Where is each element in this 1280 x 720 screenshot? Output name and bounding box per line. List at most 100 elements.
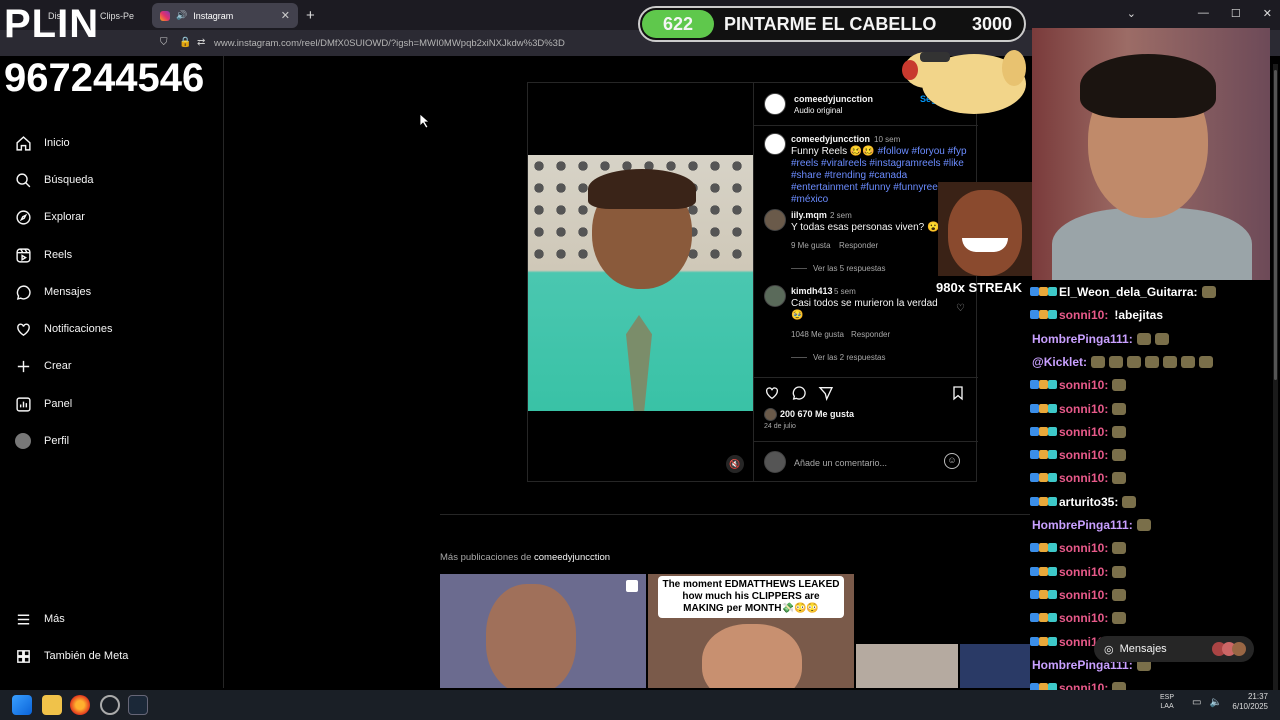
volume-icon[interactable]: 🔈 xyxy=(1209,697,1221,708)
mouse-cursor-icon xyxy=(420,114,430,128)
caption-avatar[interactable] xyxy=(764,133,786,155)
network-icon[interactable]: ▭ xyxy=(1192,697,1201,708)
post-thumbnail[interactable] xyxy=(856,644,958,688)
sidebar-item-mensajes[interactable]: Mensajes xyxy=(14,283,91,301)
dog-sticker-icon xyxy=(902,50,1026,114)
reply-button[interactable]: Responder xyxy=(851,330,890,339)
emoji-icon[interactable]: ☺ xyxy=(944,453,960,469)
comment-text: Casi todos se murieron la verdad 🥹 xyxy=(791,298,938,321)
like-comment-icon[interactable]: ♡ xyxy=(956,303,965,314)
divider xyxy=(754,441,978,442)
chat-username[interactable]: sonni10: xyxy=(1059,611,1108,625)
sidebar-item-busqueda[interactable]: Búsqueda xyxy=(14,171,94,189)
firefox-icon[interactable] xyxy=(70,695,90,715)
chat-username[interactable]: sonni10: xyxy=(1059,541,1108,555)
lang-layout: LAA xyxy=(1160,703,1174,710)
clock-date: 6/10/2025 xyxy=(1232,702,1268,711)
post-thumbnail[interactable] xyxy=(960,644,1030,688)
clock-time: 21:37 xyxy=(1247,692,1268,701)
file-explorer-icon[interactable] xyxy=(42,695,62,715)
chat-username[interactable]: sonni10: xyxy=(1059,565,1108,579)
sidebar-item-notificaciones[interactable]: Notificaciones xyxy=(14,320,112,338)
chat-username[interactable]: @Kicklet: xyxy=(1032,355,1087,369)
shield-icon[interactable]: ⛉ xyxy=(160,37,168,48)
comment-input[interactable]: Añade un comentario... xyxy=(794,458,887,468)
obs-icon[interactable] xyxy=(100,695,120,715)
tab-instagram[interactable]: 🔊 Instagram ✕ xyxy=(152,3,298,28)
chat-username[interactable]: El_Weon_dela_Guitarra: xyxy=(1059,285,1198,299)
like-icon[interactable] xyxy=(764,385,780,401)
sidebar-item-label: Perfil xyxy=(44,435,70,447)
chat-message: HombrePinga111: xyxy=(1030,332,1169,346)
audio-label[interactable]: Audio original xyxy=(794,106,842,115)
heart-icon xyxy=(14,320,32,338)
chat-username[interactable]: sonni10: xyxy=(1059,471,1108,485)
chat-username[interactable]: sonni10: xyxy=(1059,308,1108,322)
chat-username[interactable]: sonni10: xyxy=(1059,588,1108,602)
sidebar-item-label: Panel xyxy=(44,398,73,410)
url-field[interactable]: www.instagram.com/reel/DMfX0SUIOWD/?igsh… xyxy=(214,38,565,49)
chat-username[interactable]: HombrePinga111: xyxy=(1032,332,1133,346)
new-tab-button[interactable]: + xyxy=(306,7,315,24)
home-icon xyxy=(14,134,32,152)
bookmark-icon[interactable] xyxy=(950,385,966,401)
comment-user[interactable]: kimdh413 xyxy=(791,286,833,296)
maximize-button[interactable]: ☐ xyxy=(1231,7,1241,20)
chat-username[interactable]: sonni10: xyxy=(1059,448,1108,462)
steam-icon[interactable] xyxy=(128,695,148,715)
post-thumbnail[interactable] xyxy=(440,574,646,688)
sidebar-item-meta[interactable]: También de Meta xyxy=(14,647,128,665)
clock[interactable]: 21:37 6/10/2025 xyxy=(1232,692,1268,712)
author-avatar[interactable] xyxy=(764,93,786,115)
chat-username[interactable]: sonni10: xyxy=(1059,402,1108,416)
chat-emote xyxy=(1122,495,1137,508)
sidebar-item-panel[interactable]: Panel xyxy=(14,395,72,413)
comment-likes[interactable]: 9 Me gusta xyxy=(791,241,831,250)
sidebar-item-perfil[interactable]: Perfil xyxy=(14,432,69,450)
comment-avatar[interactable] xyxy=(764,285,786,307)
lock-icon[interactable]: 🔒 xyxy=(179,37,191,48)
chat-username[interactable]: sonni10: xyxy=(1059,378,1108,392)
mute-icon[interactable]: 🔇 xyxy=(726,455,744,473)
close-window-button[interactable]: ✕ xyxy=(1263,7,1272,20)
reply-button[interactable]: Responder xyxy=(839,241,878,250)
chat-message: HombrePinga111: xyxy=(1030,518,1151,532)
comment-avatar[interactable] xyxy=(764,209,786,231)
chat-username[interactable]: arturito35: xyxy=(1059,495,1118,509)
sidebar-item-label: Explorar xyxy=(44,211,85,223)
scrollbar-thumb[interactable] xyxy=(1274,70,1277,380)
minimize-button[interactable]: — xyxy=(1198,7,1209,20)
sidebar-item-reels[interactable]: Reels xyxy=(14,246,72,264)
sidebar-item-explorar[interactable]: Explorar xyxy=(14,208,85,226)
sidebar-item-label: Búsqueda xyxy=(44,174,94,186)
share-icon[interactable] xyxy=(818,385,834,401)
messages-pill[interactable]: ◎ Mensajes xyxy=(1094,636,1254,662)
tab-clips[interactable]: Clips-Pe xyxy=(92,3,150,28)
chat-username[interactable]: HombrePinga111: xyxy=(1032,518,1133,532)
comment-user[interactable]: iily.mqm xyxy=(791,210,827,220)
chat-emote xyxy=(1112,402,1127,415)
tie xyxy=(626,315,652,411)
replies-line xyxy=(791,357,807,358)
permissions-icon[interactable]: ⇄ xyxy=(197,37,205,48)
windows-start-icon[interactable] xyxy=(12,695,32,715)
close-tab-icon[interactable]: ✕ xyxy=(281,9,290,22)
sidebar-item-mas[interactable]: Más xyxy=(14,610,65,628)
sidebar-item-crear[interactable]: Crear xyxy=(14,357,72,375)
language-indicator[interactable]: ESP LAA xyxy=(1160,693,1174,711)
comment-likes[interactable]: 1048 Me gusta xyxy=(791,330,844,339)
caption-author[interactable]: comeedyjuncction xyxy=(791,134,870,144)
view-replies-button[interactable]: Ver las 2 respuestas xyxy=(813,353,885,362)
chat-message: sonni10: xyxy=(1030,378,1127,392)
speaker-icon[interactable]: 🔊 xyxy=(176,10,187,21)
chevron-down-icon[interactable]: ⌄ xyxy=(1127,7,1136,20)
chat-username[interactable]: sonni10: xyxy=(1059,425,1108,439)
view-replies-button[interactable]: Ver las 5 respuestas xyxy=(813,264,885,273)
more-posts-user[interactable]: comeedyjuncction xyxy=(534,552,610,563)
comment-icon[interactable] xyxy=(791,385,807,401)
sidebar-item-inicio[interactable]: Inicio xyxy=(14,134,70,152)
reel-video[interactable]: 🔇 xyxy=(528,83,753,481)
chat-emote xyxy=(1112,588,1127,601)
likes-count[interactable]: 200 670 Me gusta xyxy=(780,409,854,419)
author-name[interactable]: comeedyjuncction xyxy=(794,94,873,104)
